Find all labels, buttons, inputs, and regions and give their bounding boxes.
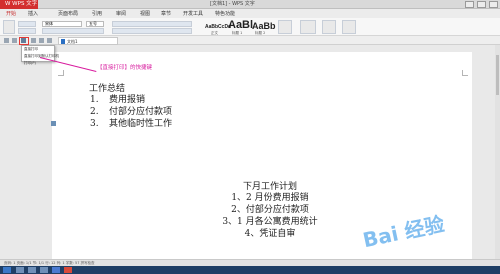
tab-review[interactable]: 审阅	[116, 10, 126, 17]
window-title: [文档1] - WPS 文字	[210, 1, 255, 7]
undo-icon[interactable]	[31, 38, 36, 43]
style-heading1-sample[interactable]: AaBl	[228, 19, 253, 31]
plan-list: 1、2 月份费用报销 2、付部分应付款项 3、1 月各公寓费用统计 4、凭证自审	[180, 192, 360, 240]
tab-chapter[interactable]: 章节	[161, 10, 171, 17]
tab-special[interactable]: 特色功能	[215, 10, 235, 17]
vertical-scrollbar[interactable]	[495, 45, 500, 259]
font-format-group[interactable]	[42, 28, 104, 34]
start-icon[interactable]	[3, 267, 11, 273]
new-file-icon[interactable]	[4, 38, 9, 43]
tab-view[interactable]: 视图	[140, 10, 150, 17]
list-item: 2. 付部分应付款项	[90, 107, 173, 117]
tab-page-layout[interactable]: 页面布局	[58, 10, 78, 17]
select-button[interactable]	[342, 20, 356, 34]
text-tools-button[interactable]	[300, 20, 316, 34]
minimize-icon[interactable]	[465, 1, 474, 8]
section-title-plan: 下月工作计划	[242, 182, 297, 192]
redo-icon[interactable]	[39, 38, 44, 43]
print-button-highlight	[19, 37, 29, 45]
close-icon[interactable]	[489, 1, 498, 8]
list-item: 3、1 月各公寓费用统计	[222, 217, 318, 227]
margin-corner-mark	[58, 70, 64, 76]
scrollbar-thumb[interactable]	[496, 55, 499, 95]
font-size-select[interactable]: 五号	[86, 21, 104, 27]
taskbar	[0, 266, 500, 274]
font-name-select[interactable]: 宋体	[42, 21, 82, 27]
quick-access-toolbar: 文档1	[0, 36, 500, 45]
maximize-icon[interactable]	[477, 1, 486, 8]
menu-item-direct-print[interactable]: 直接打印	[22, 46, 54, 53]
menu-bar: 开始 插入 页面布局 引用 审阅 视图 章节 开发工具 特色功能	[0, 9, 500, 18]
summary-list: 1. 费用报销 2. 付部分应付款项 3. 其他临时性工作	[89, 94, 172, 130]
wps-menu-button[interactable]: W WPS 文字	[0, 0, 38, 9]
menu-item-print[interactable]: 打印(P)	[22, 60, 54, 67]
window-controls	[465, 1, 498, 8]
cut-button[interactable]	[18, 21, 36, 27]
list-item: 1. 费用报销	[90, 95, 146, 105]
taskbar-app-icon[interactable]	[28, 267, 36, 273]
tab-home[interactable]: 开始	[6, 10, 16, 17]
ribbon: 宋体 五号 AaBbCcDd 正文 AaBl 标题 1 AaBb 标题 2	[0, 18, 500, 36]
paste-button[interactable]	[3, 20, 15, 34]
list-item: 4、凭证自审	[244, 229, 296, 239]
paragraph-handle-icon[interactable]	[51, 121, 56, 126]
section-title-summary: 工作总结	[89, 84, 126, 94]
tab-developer[interactable]: 开发工具	[183, 10, 203, 17]
taskbar-word-icon[interactable]	[52, 267, 60, 273]
title-bar: W WPS 文字 [文档1] - WPS 文字	[0, 0, 500, 9]
taskbar-app-icon[interactable]	[16, 267, 24, 273]
taskbar-app-icon[interactable]	[40, 267, 48, 273]
new-style-button[interactable]	[278, 20, 292, 34]
find-replace-button[interactable]	[322, 20, 336, 34]
copy-button[interactable]	[18, 28, 36, 34]
document-icon	[61, 39, 65, 44]
open-file-icon[interactable]	[12, 38, 17, 43]
list-item: 2、付部分应付款项	[231, 205, 309, 215]
document-tab-label: 文档1	[67, 39, 78, 44]
list-item: 1、2 月份费用报销	[231, 193, 309, 203]
alignment-group[interactable]	[112, 28, 192, 34]
status-bar: 页码: 1 页面: 1/1 节: 1/1 行: 12 列: 1 字数: 57 拼…	[0, 259, 500, 266]
margin-corner-mark	[462, 70, 468, 76]
style-heading2-sample[interactable]: AaBb	[252, 21, 276, 31]
callout-label: 【直接打印】的快捷键	[97, 65, 153, 71]
taskbar-wps-icon[interactable]	[64, 267, 72, 273]
more-icon[interactable]	[47, 38, 52, 43]
list-item: 3. 其他临时性工作	[90, 119, 173, 129]
paragraph-group[interactable]	[112, 21, 192, 27]
tab-insert[interactable]: 插入	[28, 10, 38, 17]
tab-references[interactable]: 引用	[92, 10, 102, 17]
document-tab[interactable]: 文档1	[58, 37, 118, 45]
